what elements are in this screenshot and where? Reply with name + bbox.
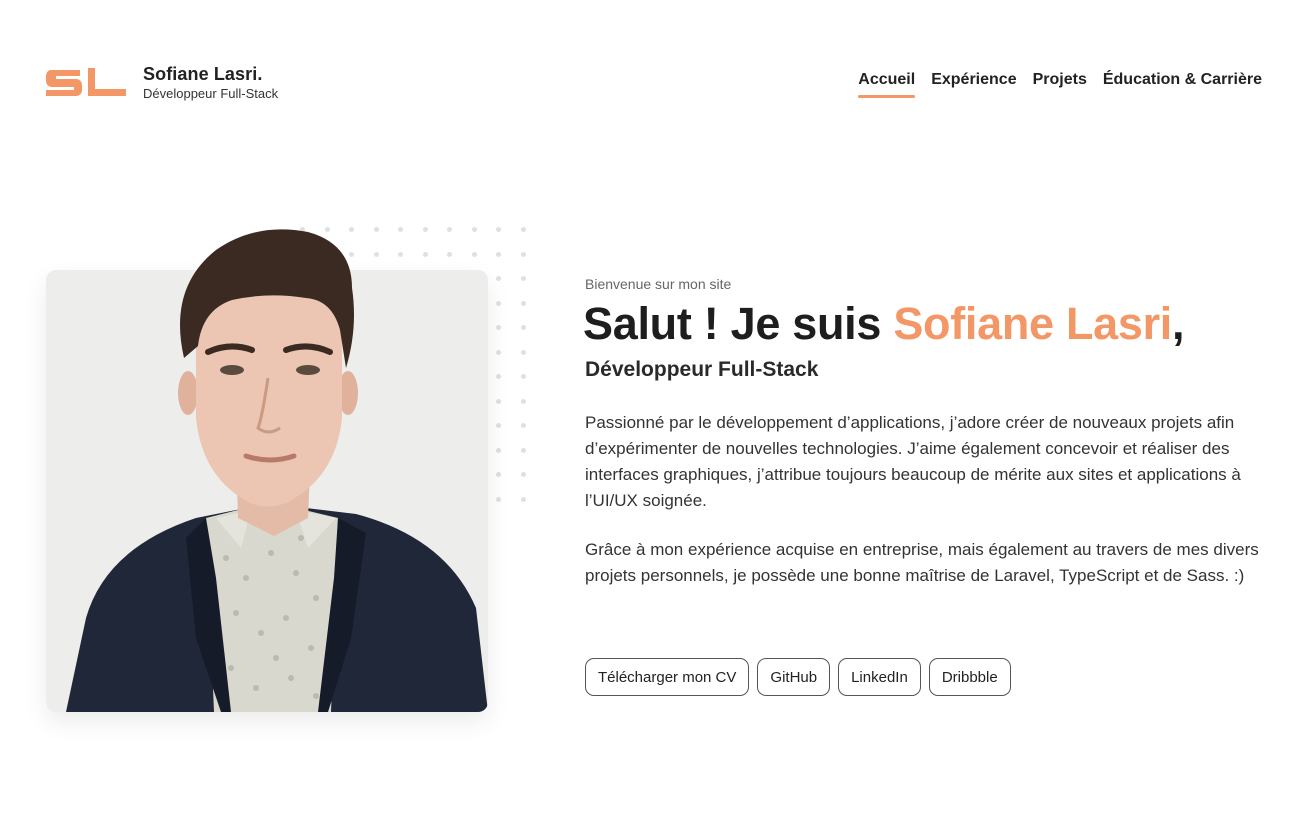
decorative-dot (520, 251, 526, 257)
decorative-dot (520, 447, 526, 453)
decorative-dot (496, 227, 501, 232)
decorative-dot (496, 398, 501, 404)
welcome-text: Bienvenue sur mon site (585, 276, 732, 292)
headline-suffix: , (1172, 298, 1185, 349)
decorative-dot (520, 349, 526, 355)
decorative-dot (520, 423, 526, 428)
decorative-dot (496, 325, 501, 330)
decorative-dot (520, 325, 526, 330)
hero-subtitle: Développeur Full-Stack (585, 358, 819, 381)
intro-paragraph-1: Passionné par le développement d’applica… (585, 413, 1241, 510)
nav-link-accueil[interactable]: Accueil (858, 71, 915, 98)
brand-role: Développeur Full-Stack (143, 86, 279, 101)
linkedin-button[interactable]: LinkedIn (838, 658, 921, 696)
decorative-dot (520, 496, 526, 502)
decorative-dot (520, 472, 526, 477)
decorative-dot (496, 349, 501, 355)
profile-photo (46, 218, 488, 712)
nav-link-projets[interactable]: Projets (1033, 71, 1087, 89)
decorative-dot (520, 227, 526, 232)
decorative-dot (520, 398, 526, 404)
headline-name: Sofiane Lasri (893, 298, 1173, 349)
nav-link-experience[interactable]: Expérience (931, 71, 1016, 89)
decorative-dot (520, 276, 526, 281)
decorative-dot (496, 300, 501, 306)
download-cv-button[interactable]: Télécharger mon CV (585, 658, 750, 696)
brand-name[interactable]: Sofiane Lasri. (143, 64, 262, 85)
sl-logo-icon[interactable] (44, 62, 128, 102)
intro-paragraph-2: Grâce à mon expérience acquise en entrep… (585, 540, 1259, 585)
decorative-dot (496, 447, 501, 453)
github-button[interactable]: GitHub (757, 658, 831, 696)
hero-headline: Salut ! Je suis Sofiane Lasri, (583, 298, 1185, 350)
decorative-dot (496, 276, 501, 281)
hero-buttons: Télécharger mon CV GitHub LinkedIn Dribb… (585, 658, 1011, 696)
decorative-dot (496, 251, 501, 257)
main-nav: Accueil Expérience Projets Éducation & C… (858, 71, 1262, 98)
decorative-dot (496, 374, 501, 379)
dribbble-button[interactable]: Dribbble (928, 658, 1011, 696)
decorative-dot (520, 374, 526, 379)
decorative-dot (496, 472, 501, 477)
decorative-dot (496, 496, 501, 502)
nav-link-education-carriere[interactable]: Éducation & Carrière (1103, 71, 1262, 89)
decorative-dot (520, 300, 526, 306)
site-header: Sofiane Lasri. Développeur Full-Stack Ac… (0, 0, 1308, 150)
decorative-dot (496, 423, 501, 428)
headline-prefix: Salut ! Je suis (583, 298, 894, 349)
